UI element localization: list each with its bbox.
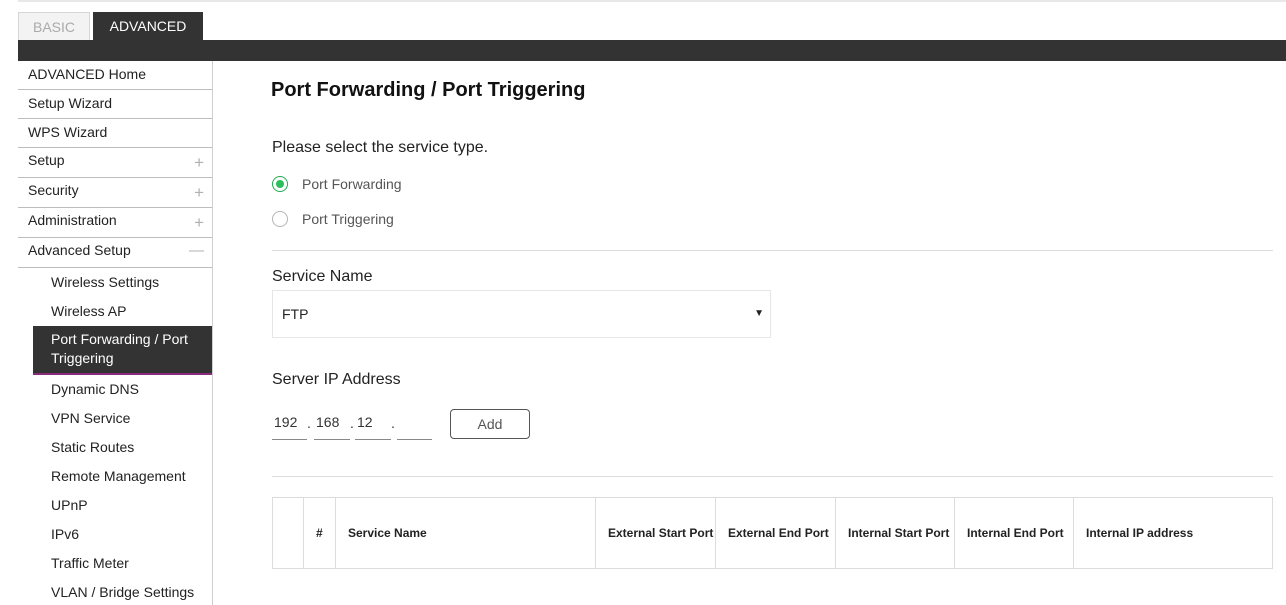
service-type-prompt: Please select the service type.	[272, 139, 489, 156]
sidebar-subitem-vpn-service[interactable]: VPN Service	[33, 404, 212, 433]
plus-icon[interactable]: +	[194, 208, 204, 238]
plus-icon[interactable]: +	[194, 148, 204, 178]
sidebar-subitem-dynamic-dns[interactable]: Dynamic DNS	[33, 375, 212, 404]
sidebar-item-setup[interactable]: Setup +	[18, 148, 212, 178]
section-divider	[272, 250, 1273, 251]
sidebar-item-label: Setup	[28, 152, 65, 168]
sidebar-item-wps-wizard[interactable]: WPS Wizard	[18, 119, 212, 148]
sidebar-subitem-upnp[interactable]: UPnP	[33, 491, 212, 520]
caret-down-icon: ▼	[754, 308, 764, 319]
sidebar-subitem-wireless-settings[interactable]: Wireless Settings	[33, 268, 212, 297]
sidebar-item-setup-wizard[interactable]: Setup Wizard	[18, 90, 212, 119]
ip-separator: .	[307, 415, 311, 431]
column-header-external-start-port: External Start Port	[595, 497, 716, 569]
service-name-select[interactable]: FTP ▼	[272, 290, 771, 338]
tab-basic[interactable]: BASIC	[18, 12, 90, 40]
column-header-select	[272, 497, 304, 569]
sidebar-item-advanced-setup[interactable]: Advanced Setup —	[18, 238, 212, 268]
sidebar-item-label: WPS Wizard	[28, 124, 108, 140]
column-header-external-end-port: External End Port	[715, 497, 836, 569]
radio-port-triggering[interactable]: Port Triggering	[272, 210, 394, 228]
sidebar-subitem-port-forwarding[interactable]: Port Forwarding / Port Triggering	[33, 326, 212, 375]
radio-checked-icon[interactable]	[272, 176, 288, 192]
sidebar-subitem-wireless-ap[interactable]: Wireless AP	[33, 297, 212, 326]
ip-octet-4[interactable]	[397, 408, 432, 440]
ip-octet-3[interactable]: 12	[355, 408, 391, 440]
tab-advanced[interactable]: ADVANCED	[93, 12, 203, 40]
column-header-service-name: Service Name	[335, 497, 596, 569]
port-forwarding-table: # Service Name External Start Port Exter…	[272, 497, 1273, 569]
radio-unchecked-icon[interactable]	[272, 211, 288, 227]
column-header-internal-end-port: Internal End Port	[954, 497, 1074, 569]
section-divider	[272, 476, 1273, 477]
sidebar-subitem-traffic-meter[interactable]: Traffic Meter	[33, 549, 212, 578]
sidebar-subitem-static-routes[interactable]: Static Routes	[33, 433, 212, 462]
sidebar-subitem-remote-management[interactable]: Remote Management	[33, 462, 212, 491]
sidebar-item-label: ADVANCED Home	[28, 66, 146, 82]
sidebar-item-label: Security	[28, 182, 79, 198]
add-button[interactable]: Add	[450, 409, 530, 439]
sidebar-subitem-vlan-bridge[interactable]: VLAN / Bridge Settings	[33, 578, 212, 605]
service-name-value: FTP	[282, 306, 309, 322]
sidebar-item-administration[interactable]: Administration +	[18, 208, 212, 238]
page-title: Port Forwarding / Port Triggering	[271, 79, 586, 101]
ip-octet-1[interactable]: 192	[272, 408, 307, 440]
radio-label: Port Triggering	[302, 211, 394, 227]
table-header-row: # Service Name External Start Port Exter…	[272, 497, 1273, 569]
sidebar-item-label: Advanced Setup	[28, 242, 131, 258]
column-header-number: #	[303, 497, 336, 569]
server-ip-label: Server IP Address	[272, 371, 401, 388]
plus-icon[interactable]: +	[194, 178, 204, 208]
ip-octet-2[interactable]: 168	[314, 408, 350, 440]
sidebar-item-label: Setup Wizard	[28, 95, 113, 111]
ip-separator: .	[391, 415, 395, 431]
service-name-label: Service Name	[272, 268, 373, 285]
top-divider	[18, 0, 1286, 2]
radio-label: Port Forwarding	[302, 176, 402, 192]
sidebar-subitem-ipv6[interactable]: IPv6	[33, 520, 212, 549]
ip-separator: .	[350, 415, 354, 431]
sidebar-item-advanced-home[interactable]: ADVANCED Home	[18, 61, 212, 90]
sidebar-nav: ADVANCED Home Setup Wizard WPS Wizard Se…	[18, 61, 213, 605]
column-header-internal-ip: Internal IP address	[1073, 497, 1273, 569]
radio-port-forwarding[interactable]: Port Forwarding	[272, 175, 402, 193]
minus-icon[interactable]: —	[189, 238, 204, 263]
header-bar	[18, 40, 1286, 61]
sidebar-item-label: Administration	[28, 212, 117, 228]
column-header-internal-start-port: Internal Start Port	[835, 497, 955, 569]
sidebar-item-security[interactable]: Security +	[18, 178, 212, 208]
